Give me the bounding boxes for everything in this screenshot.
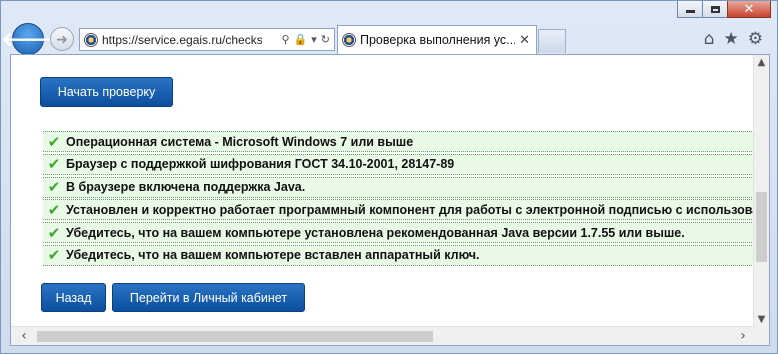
list-item: ✔ Убедитесь, что на вашем компьютере уста… [43,222,756,244]
maximize-button[interactable] [702,1,728,18]
back-page-button[interactable]: Назад [41,283,106,312]
check-text: Установлен и корректно работает программ… [66,202,756,217]
list-item: ✔ В браузере включена поддержка Java. [43,176,756,198]
list-item: ✔ Операционная система - Microsoft Window… [43,131,756,152]
new-tab-button[interactable] [538,29,566,53]
dropdown-icon[interactable]: ▾ [311,33,317,46]
checkmark-icon: ✔ [47,223,61,242]
check-text: В браузере включена поддержка Java. [66,180,306,195]
check-text: Операционная система - Microsoft Windows… [66,134,414,149]
close-icon: ✕ [743,1,755,17]
checkmark-icon: ✔ [47,246,61,265]
maximize-icon [710,5,720,13]
horizontal-scrollbar[interactable]: ‹ › [11,326,756,345]
go-to-cabinet-button[interactable]: Перейти в Личный кабинет [112,283,305,312]
horizontal-scroll-thumb[interactable] [37,331,433,342]
checkmark-icon: ✔ [47,132,61,151]
scrollbar-corner [754,327,769,345]
scroll-down-icon[interactable]: ▼ [754,312,769,327]
page-viewport: Начать проверку ✔ Операционная система - … [10,54,770,346]
tab-close-icon[interactable]: ✕ [519,32,530,48]
scroll-up-icon[interactable]: ▲ [754,55,769,70]
start-check-button[interactable]: Начать проверку [40,77,173,107]
search-icon[interactable]: ⚲ [281,33,289,46]
check-text: Убедитесь, что на вашем компьютере устан… [66,225,685,240]
address-bar[interactable]: https://service.egais.ru/checks ⚲ 🔒 ▾ ↻ [79,28,335,51]
back-button[interactable]: 🡐 [1,23,55,55]
scroll-left-icon[interactable]: ‹ [15,327,33,345]
list-item: ✔ Браузер с поддержкой шифрования ГОСТ 34… [43,153,756,175]
tab-title: Проверка выполнения ус... [360,33,515,47]
gear-icon[interactable]: ⚙ [748,29,763,49]
forward-button[interactable]: ➜ [50,27,74,51]
tab-active[interactable]: Проверка выполнения ус... ✕ [337,25,537,54]
list-item: ✔ Убедитесь, что на вашем компьютере вста… [43,244,756,266]
check-text: Браузер с поддержкой шифрования ГОСТ 34.… [66,157,455,172]
check-text: Убедитесь, что на вашем компьютере встав… [66,248,480,263]
page-content: Начать проверку ✔ Операционная система - … [11,55,756,327]
check-list: ✔ Операционная система - Microsoft Window… [43,131,756,268]
browser-toolbar: ⌂ ★ ⚙ [704,29,763,49]
site-favicon-icon [84,32,98,47]
close-window-button[interactable]: ✕ [727,1,771,18]
minimize-icon [685,10,695,13]
checkmark-icon: ✔ [47,200,61,219]
star-icon[interactable]: ★ [724,29,739,49]
vertical-scroll-thumb[interactable] [756,192,767,262]
refresh-icon[interactable]: ↻ [321,33,330,46]
minimize-button[interactable] [677,1,703,18]
home-icon[interactable]: ⌂ [704,29,715,49]
lock-icon[interactable]: 🔒 [294,33,308,46]
checkmark-icon: ✔ [47,178,61,197]
browser-window: ✕ 🡐 ➜ https://service.egais.ru/checks ⚲ … [0,0,778,354]
window-controls: ✕ [677,1,771,18]
address-bar-icons: ⚲ 🔒 ▾ ↻ [281,33,330,46]
scroll-right-icon[interactable]: › [734,327,752,345]
arrow-right-icon: ➜ [56,30,68,47]
list-item: ✔ Установлен и корректно работает програм… [43,199,756,221]
arrow-left-icon: 🡐 [1,28,55,51]
checkmark-icon: ✔ [47,155,61,174]
tab-favicon-icon [342,33,356,47]
url-text[interactable]: https://service.egais.ru/checks [102,33,262,47]
vertical-scrollbar[interactable]: ▲ ▼ [753,55,769,327]
